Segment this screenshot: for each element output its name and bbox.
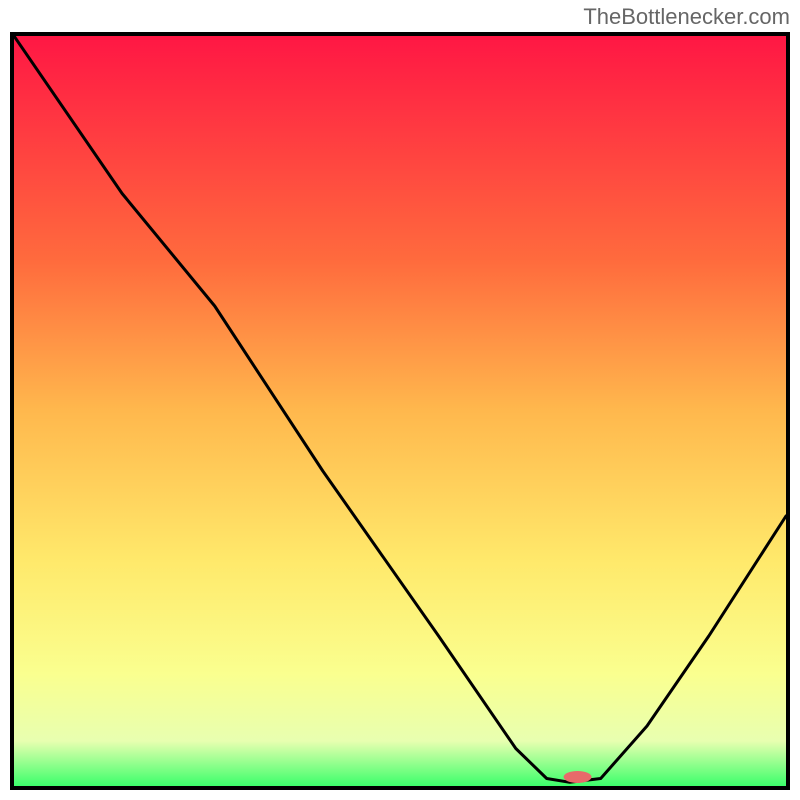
chart-frame [10, 32, 790, 790]
chart-svg [14, 36, 786, 786]
optimal-marker [564, 771, 592, 783]
gradient-background [14, 36, 786, 786]
watermark-text: TheBottlenecker.com [583, 4, 790, 30]
